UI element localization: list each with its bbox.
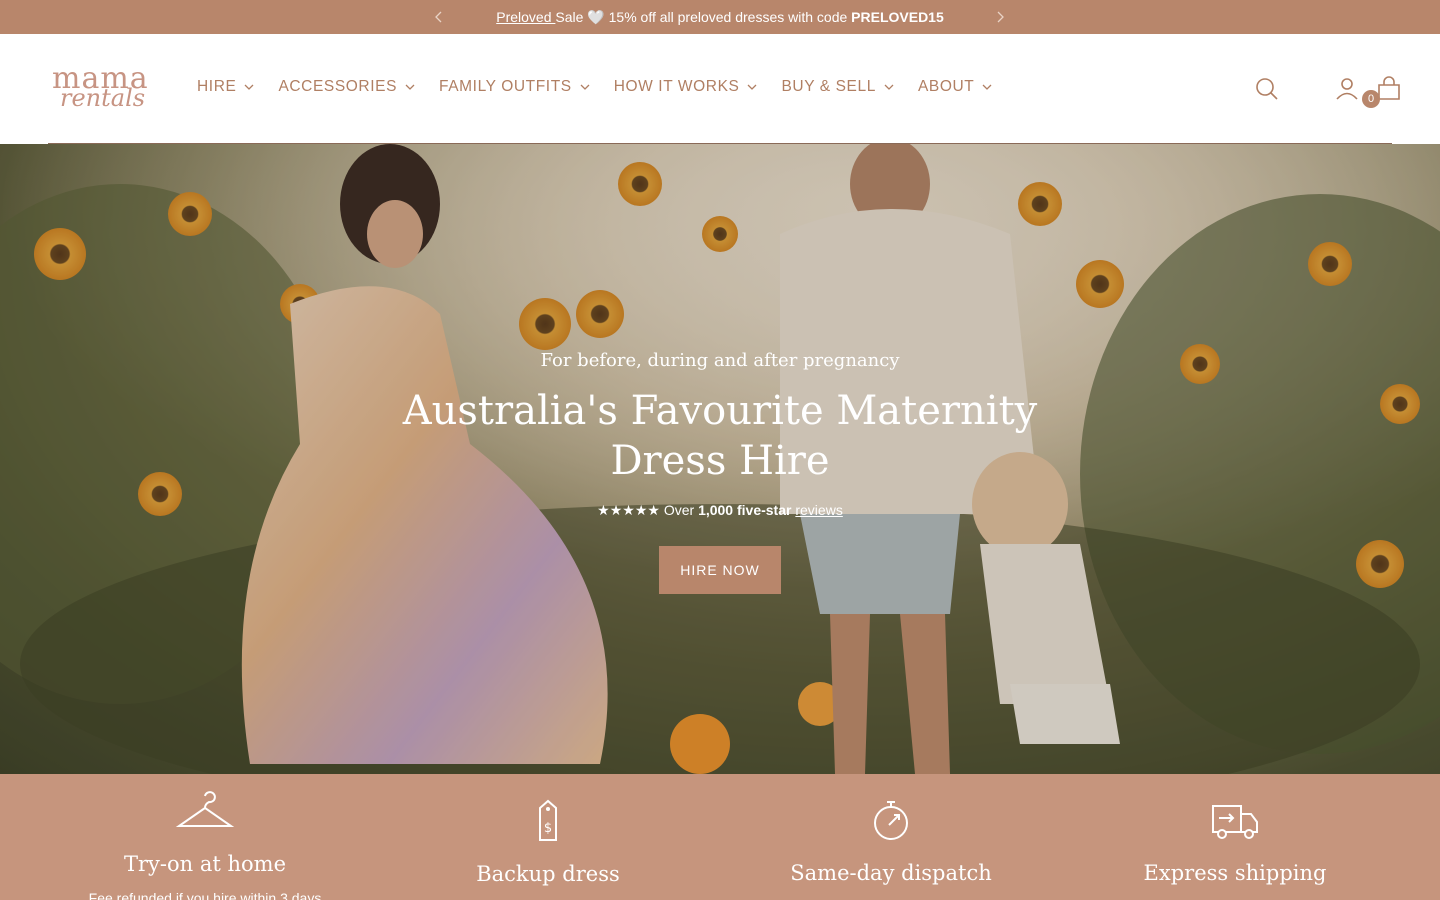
hero-title: Australia's Favourite Maternity Dress Hi… — [0, 386, 1440, 486]
logo-word-rentals: rentals — [60, 84, 146, 112]
chevron-down-icon — [884, 84, 894, 90]
announcement-text: Sale 🤍 15% off all preloved dresses with… — [555, 8, 852, 25]
announcement-preloved-link[interactable]: Preloved — [496, 9, 555, 25]
reviews-link[interactable]: reviews — [795, 502, 842, 518]
nav-item-hire[interactable]: HIRE — [197, 78, 254, 96]
reviews-count: 1,000 five-star — [698, 502, 792, 518]
hero-subtitle: For before, during and after pregnancy — [540, 350, 900, 371]
feature-backup-dress: $ Backup dress — [368, 774, 728, 900]
hero-title-line-2: Dress Hire — [610, 438, 830, 484]
chevron-down-icon — [580, 84, 590, 90]
brand-logo[interactable]: mama rentals — [50, 62, 166, 118]
search-icon[interactable] — [1254, 76, 1280, 102]
reviews-prefix: Over — [659, 502, 699, 518]
chevron-down-icon — [244, 84, 254, 90]
cart-count-badge: 0 — [1362, 90, 1380, 108]
feature-title: Try-on at home — [124, 852, 286, 876]
chevron-down-icon — [405, 84, 415, 90]
feature-title: Express shipping — [1143, 861, 1327, 885]
star-rating-icon: ★★★★★ — [597, 502, 660, 518]
nav-item-label: FAMILY OUTFITS — [439, 78, 572, 95]
hanger-icon — [175, 790, 235, 836]
nav-item-label: BUY & SELL — [781, 78, 876, 95]
chevron-down-icon — [982, 84, 992, 90]
nav-item-label: ABOUT — [917, 78, 975, 95]
nav-item-family-outfits[interactable]: FAMILY OUTFITS — [439, 78, 590, 96]
feature-try-on: Try-on at home Fee refunded if you hire … — [25, 774, 385, 900]
nav-item-label: ACCESSORIES — [278, 78, 398, 95]
chevron-down-icon — [748, 84, 757, 90]
feature-description: Fee refunded if you hire within 3 days — [88, 890, 322, 900]
nav-item-how-it-works[interactable]: HOW IT WORKS — [614, 78, 758, 96]
stopwatch-icon — [861, 798, 921, 844]
svg-text:$: $ — [544, 821, 552, 836]
delivery-truck-icon — [1205, 798, 1265, 844]
announcement-message: Preloved Sale 🤍 15% off all preloved dre… — [496, 9, 944, 26]
hero-banner: For before, during and after pregnancy A… — [0, 144, 1440, 774]
hire-now-button[interactable]: HIRE NOW — [659, 546, 781, 594]
nav-item-accessories[interactable]: ACCESSORIES — [278, 78, 415, 96]
announcement-next-arrow-icon[interactable] — [991, 8, 1009, 26]
feature-title: Same-day dispatch — [790, 861, 992, 885]
price-tag-icon: $ — [518, 798, 578, 844]
nav-item-buy-sell[interactable]: BUY & SELL — [781, 78, 894, 96]
hero-reviews: ★★★★★ Over 1,000 five-star reviews — [0, 502, 1440, 519]
site-header: mama rentals HIRE ACCESSORIES FAMILY OUT… — [0, 34, 1440, 144]
hero-title-line-1: Australia's Favourite Maternity — [402, 388, 1038, 434]
nav-item-about[interactable]: ABOUT — [918, 78, 992, 96]
nav-item-label: HIRE — [197, 78, 237, 95]
feature-same-day-dispatch: Same-day dispatch — [711, 774, 1071, 900]
announcement-bar: Preloved Sale 🤍 15% off all preloved dre… — [0, 0, 1440, 34]
feature-express-shipping: Express shipping — [1055, 774, 1415, 900]
features-strip: Try-on at home Fee refunded if you hire … — [0, 774, 1440, 900]
announcement-prev-arrow-icon[interactable] — [430, 8, 448, 26]
main-nav: HIRE ACCESSORIES FAMILY OUTFITS HOW IT W… — [197, 78, 1016, 96]
feature-title: Backup dress — [476, 862, 620, 886]
nav-item-label: HOW IT WORKS — [613, 78, 740, 95]
announcement-code: PRELOVED15 — [851, 8, 944, 25]
account-icon[interactable] — [1334, 76, 1360, 102]
